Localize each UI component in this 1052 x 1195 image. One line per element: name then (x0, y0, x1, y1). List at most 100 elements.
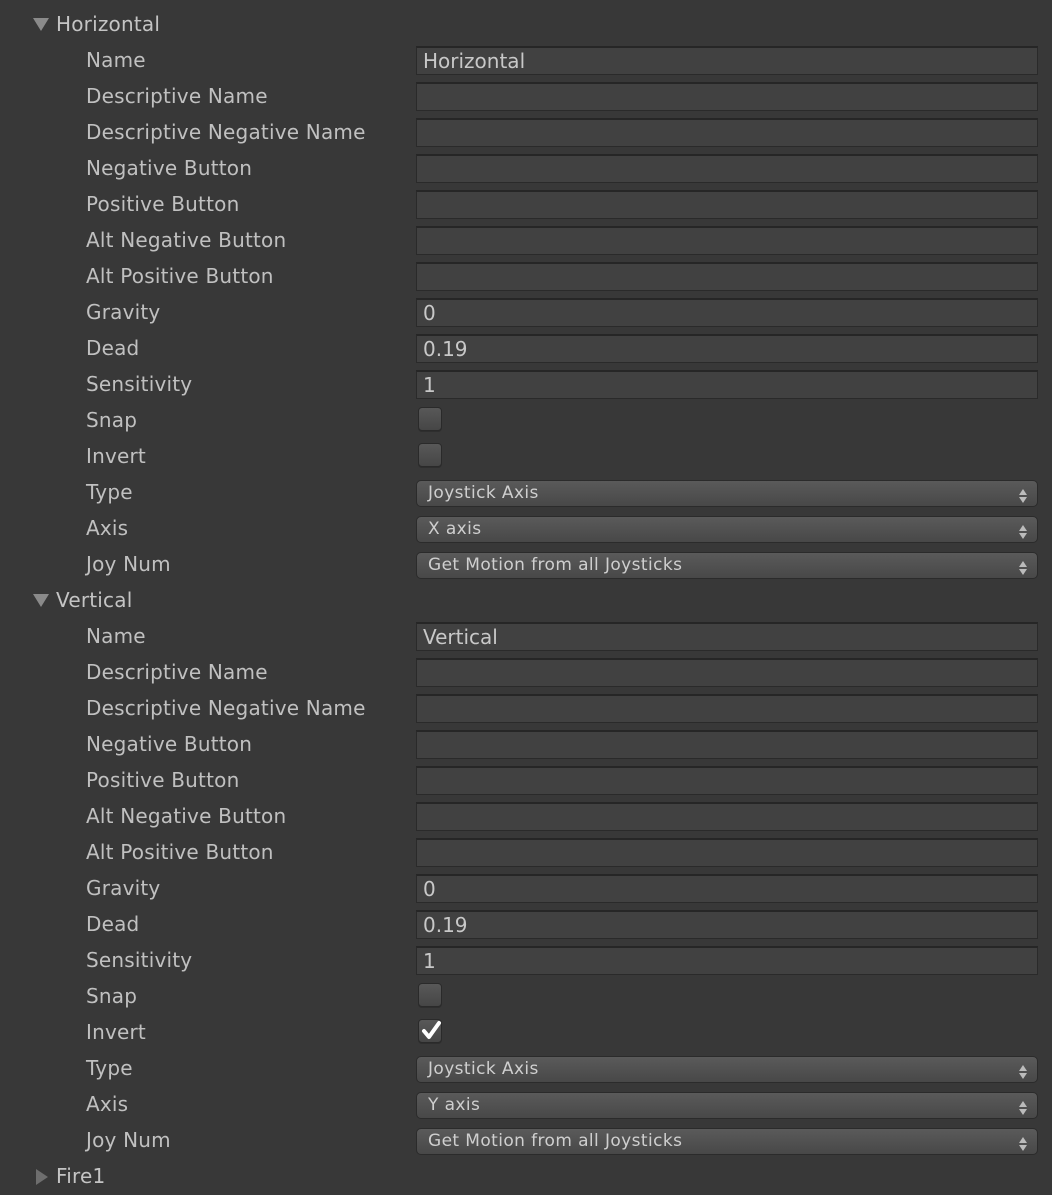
property-row-invert: Invert (0, 1015, 1052, 1051)
dead-input[interactable]: 0.19 (416, 910, 1038, 939)
property-row-descriptive-negative-name: Descriptive Negative Name (0, 691, 1052, 727)
property-row-alt-negative-button: Alt Negative Button (0, 799, 1052, 835)
property-label: Descriptive Name (86, 84, 268, 108)
property-row-sensitivity: Sensitivity 1 (0, 367, 1052, 403)
dropdown-value: Joystick Axis (428, 1059, 539, 1079)
foldout-label[interactable]: Vertical (56, 588, 132, 612)
property-row-descriptive-name: Descriptive Name (0, 79, 1052, 115)
property-row-joy-num: Joy Num Get Motion from all Joysticks (0, 547, 1052, 583)
up-down-arrows-icon (1019, 1098, 1027, 1115)
property-row-descriptive-negative-name: Descriptive Negative Name (0, 115, 1052, 151)
gravity-input[interactable]: 0 (416, 874, 1038, 903)
property-row-alt-negative-button: Alt Negative Button (0, 223, 1052, 259)
property-row-axis: Axis X axis (0, 511, 1052, 547)
property-row-negative-button: Negative Button (0, 151, 1052, 187)
descriptive-negative-name-input[interactable] (416, 118, 1038, 147)
axis-dropdown[interactable]: X axis (416, 516, 1038, 543)
dropdown-value: Get Motion from all Joysticks (428, 1131, 683, 1151)
descriptive-name-input[interactable] (416, 658, 1038, 687)
up-down-arrows-icon (1019, 1134, 1027, 1151)
negative-button-input[interactable] (416, 730, 1038, 759)
property-label: Axis (86, 516, 129, 540)
snap-checkbox[interactable] (418, 983, 442, 1007)
triangle-right-icon[interactable] (36, 1169, 48, 1185)
name-input[interactable]: Horizontal (416, 46, 1038, 75)
property-label: Joy Num (86, 552, 171, 576)
invert-checkbox[interactable] (418, 1019, 442, 1043)
descriptive-negative-name-input[interactable] (416, 694, 1038, 723)
property-row-snap: Snap (0, 403, 1052, 439)
property-row-dead: Dead 0.19 (0, 907, 1052, 943)
type-dropdown[interactable]: Joystick Axis (416, 480, 1038, 507)
dropdown-value: Joystick Axis (428, 483, 539, 503)
joy-num-dropdown[interactable]: Get Motion from all Joysticks (416, 1128, 1038, 1155)
property-row-alt-positive-button: Alt Positive Button (0, 259, 1052, 295)
name-input[interactable]: Vertical (416, 622, 1038, 651)
property-row-joy-num: Joy Num Get Motion from all Joysticks (0, 1123, 1052, 1159)
property-label: Positive Button (86, 192, 240, 216)
property-label: Descriptive Name (86, 660, 268, 684)
property-label: Name (86, 48, 146, 72)
property-label: Alt Positive Button (86, 840, 274, 864)
property-row-snap: Snap (0, 979, 1052, 1015)
property-label: Invert (86, 1020, 146, 1044)
property-row-type: Type Joystick Axis (0, 1051, 1052, 1087)
property-label: Gravity (86, 876, 161, 900)
property-row-dead: Dead 0.19 (0, 331, 1052, 367)
sensitivity-input[interactable]: 1 (416, 946, 1038, 975)
dropdown-value: Get Motion from all Joysticks (428, 555, 683, 575)
property-label: Alt Positive Button (86, 264, 274, 288)
positive-button-input[interactable] (416, 190, 1038, 219)
dead-input[interactable]: 0.19 (416, 334, 1038, 363)
negative-button-input[interactable] (416, 154, 1038, 183)
property-row-gravity: Gravity 0 (0, 871, 1052, 907)
sensitivity-input[interactable]: 1 (416, 370, 1038, 399)
positive-button-input[interactable] (416, 766, 1038, 795)
foldout-horizontal[interactable]: Horizontal (0, 7, 1052, 43)
snap-checkbox[interactable] (418, 407, 442, 431)
foldout-vertical[interactable]: Vertical (0, 583, 1052, 619)
property-row-descriptive-name: Descriptive Name (0, 655, 1052, 691)
dropdown-value: X axis (428, 519, 482, 539)
property-label: Name (86, 624, 146, 648)
up-down-arrows-icon (1019, 486, 1027, 503)
property-label: Descriptive Negative Name (86, 696, 366, 720)
alt-positive-button-input[interactable] (416, 838, 1038, 867)
alt-negative-button-input[interactable] (416, 226, 1038, 255)
property-row-negative-button: Negative Button (0, 727, 1052, 763)
property-label: Sensitivity (86, 948, 193, 972)
property-row-gravity: Gravity 0 (0, 295, 1052, 331)
up-down-arrows-icon (1019, 522, 1027, 539)
foldout-label[interactable]: Horizontal (56, 12, 160, 36)
property-label: Type (86, 480, 133, 504)
property-row-name: Name Vertical (0, 619, 1052, 655)
property-label: Gravity (86, 300, 161, 324)
axis-dropdown[interactable]: Y axis (416, 1092, 1038, 1119)
property-row-axis: Axis Y axis (0, 1087, 1052, 1123)
triangle-down-icon[interactable] (33, 594, 49, 607)
joy-num-dropdown[interactable]: Get Motion from all Joysticks (416, 552, 1038, 579)
gravity-input[interactable]: 0 (416, 298, 1038, 327)
property-label: Type (86, 1056, 133, 1080)
up-down-arrows-icon (1019, 558, 1027, 575)
property-label: Alt Negative Button (86, 228, 287, 252)
type-dropdown[interactable]: Joystick Axis (416, 1056, 1038, 1083)
descriptive-name-input[interactable] (416, 82, 1038, 111)
property-row-type: Type Joystick Axis (0, 475, 1052, 511)
property-row-alt-positive-button: Alt Positive Button (0, 835, 1052, 871)
foldout-label[interactable]: Fire1 (56, 1164, 105, 1188)
property-label: Snap (86, 984, 138, 1008)
property-label: Dead (86, 336, 140, 360)
alt-positive-button-input[interactable] (416, 262, 1038, 291)
property-label: Snap (86, 408, 138, 432)
foldout-fire1[interactable]: Fire1 (0, 1159, 1052, 1195)
property-label: Axis (86, 1092, 129, 1116)
invert-checkbox[interactable] (418, 443, 442, 467)
property-label: Positive Button (86, 768, 240, 792)
dropdown-value: Y axis (428, 1095, 481, 1115)
alt-negative-button-input[interactable] (416, 802, 1038, 831)
property-row-sensitivity: Sensitivity 1 (0, 943, 1052, 979)
property-row-positive-button: Positive Button (0, 763, 1052, 799)
property-label: Joy Num (86, 1128, 171, 1152)
triangle-down-icon[interactable] (33, 18, 49, 31)
